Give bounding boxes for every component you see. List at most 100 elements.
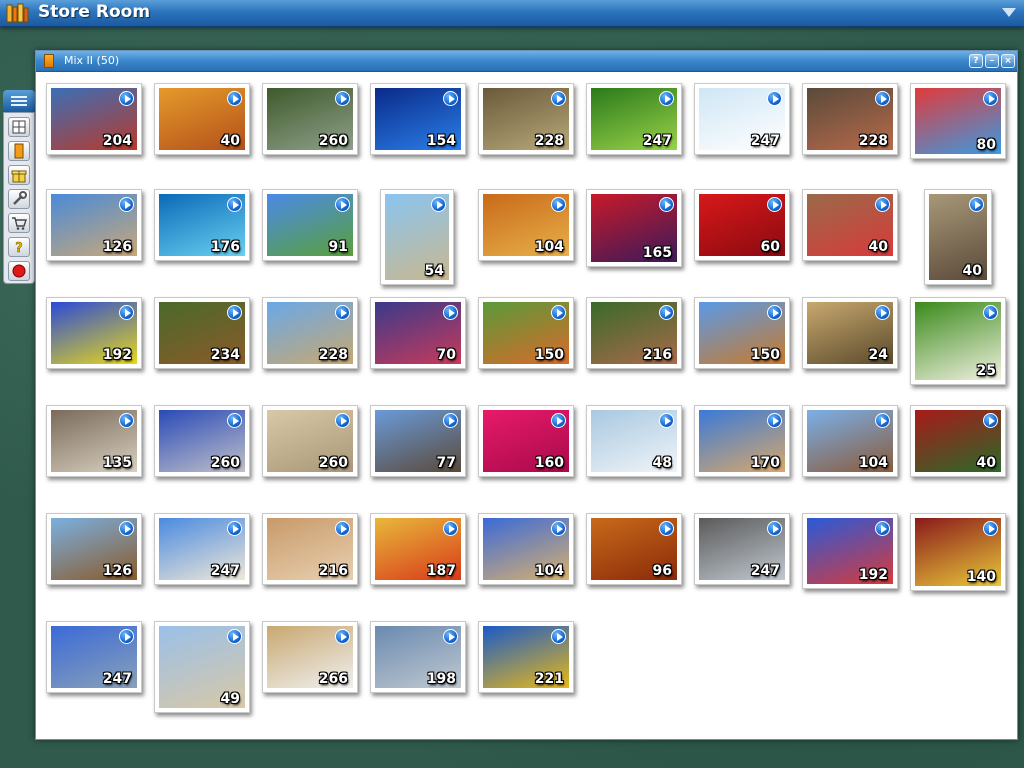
puzzle-tile-horse-race[interactable]: 150	[478, 297, 574, 369]
exit-button[interactable]	[8, 261, 30, 281]
puzzle-tile-ponte-vecchio[interactable]: 170	[694, 405, 790, 477]
puzzle-tile-graffiti[interactable]: 192	[46, 297, 142, 369]
puzzle-tile-quad-bike[interactable]: 104	[802, 405, 898, 477]
play-icon[interactable]	[119, 521, 134, 536]
puzzle-tile-canal-houses[interactable]: 228	[802, 83, 898, 155]
puzzle-tile-windmill[interactable]: 91	[262, 189, 358, 261]
play-icon[interactable]	[767, 305, 782, 320]
puzzle-tile-berries[interactable]: 165	[586, 189, 682, 267]
puzzle-tile-strawberries[interactable]: 60	[694, 189, 790, 261]
play-icon[interactable]	[767, 521, 782, 536]
gift-button[interactable]	[8, 165, 30, 185]
play-icon[interactable]	[443, 629, 458, 644]
play-icon[interactable]	[551, 305, 566, 320]
tools-button[interactable]	[8, 189, 30, 209]
play-icon[interactable]	[227, 413, 242, 428]
puzzle-tile-roulette[interactable]: 40	[910, 405, 1006, 477]
play-icon[interactable]	[119, 413, 134, 428]
puzzle-tile-leopard[interactable]: 24	[802, 297, 898, 369]
play-icon[interactable]	[335, 91, 350, 106]
play-icon[interactable]	[335, 305, 350, 320]
puzzle-tile-trevi-fountain[interactable]: 49	[154, 621, 250, 713]
puzzle-tile-santorini[interactable]: 247	[154, 513, 250, 585]
puzzle-tile-motorcycles[interactable]: 260	[154, 405, 250, 477]
puzzle-tile-giraffe[interactable]: 40	[924, 189, 992, 285]
play-icon[interactable]	[875, 197, 890, 212]
play-icon[interactable]	[875, 305, 890, 320]
puzzle-tile-cliff-dwellings[interactable]: 135	[46, 405, 142, 477]
play-icon[interactable]	[659, 91, 674, 106]
play-icon[interactable]	[551, 197, 566, 212]
play-icon[interactable]	[875, 91, 890, 106]
play-icon[interactable]	[767, 197, 782, 212]
play-icon[interactable]	[767, 91, 782, 106]
play-icon[interactable]	[119, 197, 134, 212]
puzzle-tile-city-skyline[interactable]: 198	[370, 621, 466, 693]
play-icon[interactable]	[443, 413, 458, 428]
puzzle-tile-bear[interactable]: 228	[478, 83, 574, 155]
chevron-down-icon[interactable]	[1002, 8, 1016, 17]
puzzle-tile-airplane[interactable]: 70	[370, 297, 466, 369]
play-icon[interactable]	[119, 629, 134, 644]
puzzle-tile-blue-car[interactable]: 154	[370, 83, 466, 155]
help-window-button[interactable]: ?	[969, 54, 983, 68]
play-icon[interactable]	[335, 197, 350, 212]
play-icon[interactable]	[659, 197, 674, 212]
puzzle-tile-pagoda[interactable]: 150	[694, 297, 790, 369]
puzzle-tile-football[interactable]: 140	[910, 513, 1006, 591]
puzzle-tile-truck[interactable]: 204	[46, 83, 142, 155]
play-icon[interactable]	[551, 521, 566, 536]
puzzle-tile-seashells[interactable]: 216	[262, 513, 358, 585]
puzzle-tile-village[interactable]: 216	[586, 297, 682, 369]
sidebar-toggle-tab[interactable]	[3, 90, 35, 112]
puzzle-tile-caterpillar[interactable]: 247	[586, 83, 682, 155]
play-icon[interactable]	[227, 91, 242, 106]
play-icon[interactable]	[875, 521, 890, 536]
play-icon[interactable]	[983, 521, 998, 536]
play-icon[interactable]	[335, 413, 350, 428]
puzzle-tile-atrium[interactable]: 260	[262, 405, 358, 477]
puzzle-tile-horses[interactable]: 234	[154, 297, 250, 369]
shop-button[interactable]	[8, 213, 30, 233]
play-icon[interactable]	[983, 413, 998, 428]
play-icon[interactable]	[659, 305, 674, 320]
puzzle-tile-dolphin[interactable]: 176	[154, 189, 250, 261]
play-icon[interactable]	[551, 413, 566, 428]
puzzle-tile-tower-bridge[interactable]: 247	[46, 621, 142, 693]
play-icon[interactable]	[969, 197, 984, 212]
puzzle-tile-autumn-path[interactable]: 104	[478, 189, 574, 261]
puzzle-grid-button[interactable]	[8, 117, 30, 137]
puzzle-tile-autumn-canopy[interactable]: 221	[478, 621, 574, 693]
play-icon[interactable]	[431, 197, 446, 212]
puzzle-tile-spices[interactable]: 96	[586, 513, 682, 585]
play-icon[interactable]	[659, 521, 674, 536]
play-icon[interactable]	[443, 91, 458, 106]
play-icon[interactable]	[983, 91, 998, 106]
help-button[interactable]: ?	[8, 237, 30, 257]
puzzle-tile-ship[interactable]: 126	[46, 513, 142, 585]
play-icon[interactable]	[443, 305, 458, 320]
play-icon[interactable]	[119, 305, 134, 320]
play-icon[interactable]	[443, 521, 458, 536]
play-icon[interactable]	[551, 629, 566, 644]
puzzle-tile-lions[interactable]: 266	[262, 621, 358, 693]
puzzle-tile-steam-train[interactable]: 247	[694, 513, 790, 585]
puzzle-tile-parliament[interactable]: 228	[262, 297, 358, 369]
close-button[interactable]: ×	[1001, 54, 1015, 68]
play-icon[interactable]	[335, 629, 350, 644]
book-button[interactable]	[8, 141, 30, 161]
play-icon[interactable]	[659, 413, 674, 428]
play-icon[interactable]	[227, 305, 242, 320]
puzzle-tile-daisies[interactable]: 25	[910, 297, 1006, 385]
puzzle-tile-white-blossoms[interactable]: 247	[694, 83, 790, 155]
puzzle-tile-autumn-leaves[interactable]: 40	[154, 83, 250, 155]
play-icon[interactable]	[227, 521, 242, 536]
play-icon[interactable]	[227, 197, 242, 212]
play-icon[interactable]	[119, 91, 134, 106]
puzzle-tile-forest-stream[interactable]: 260	[262, 83, 358, 155]
puzzle-tile-manor-house[interactable]: 77	[370, 405, 466, 477]
puzzle-tile-prayer-flags[interactable]: 192	[802, 513, 898, 589]
minimize-button[interactable]: –	[985, 54, 999, 68]
play-icon[interactable]	[335, 521, 350, 536]
puzzle-tile-sphinx[interactable]: 104	[478, 513, 574, 585]
